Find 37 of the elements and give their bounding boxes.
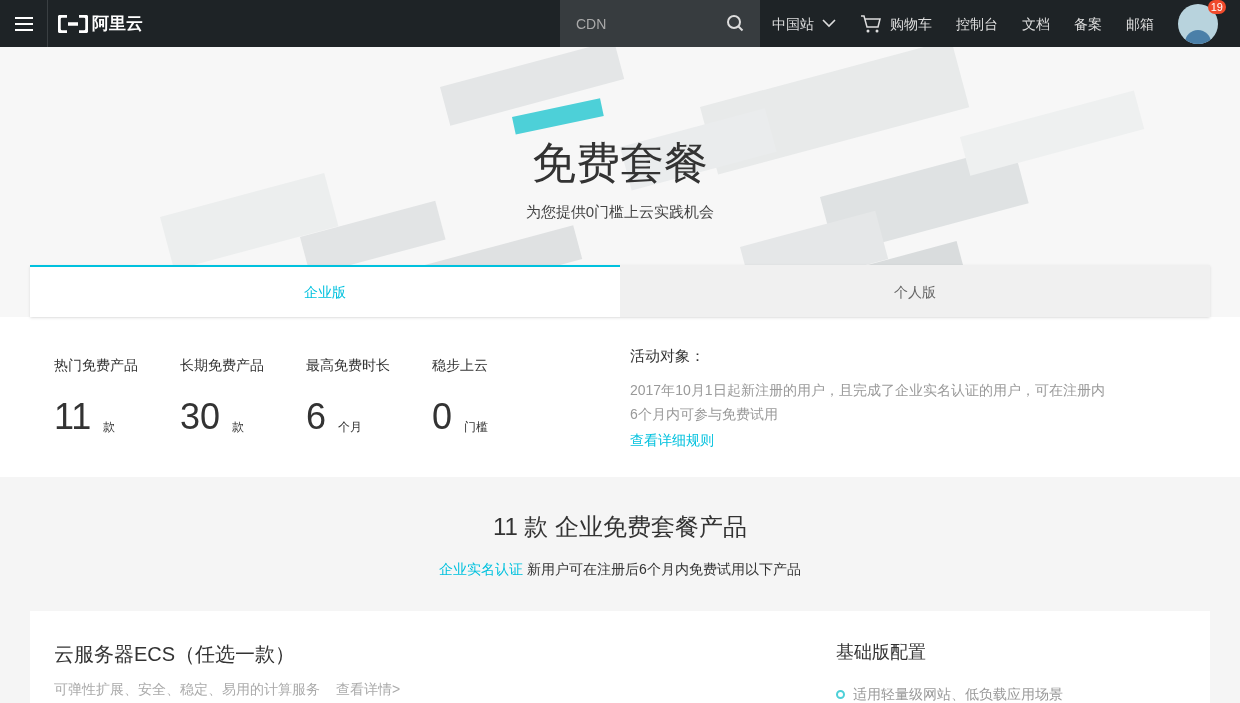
stat-value: 11	[54, 397, 92, 437]
stat-value: 6	[306, 397, 327, 437]
stat-unit: 门槛	[464, 419, 489, 435]
cart-icon	[860, 13, 882, 34]
stat-label: 热门免费产品	[54, 356, 139, 375]
product-description: 可弹性扩展、安全、稳定、易用的计算服务	[54, 680, 320, 699]
cart-link[interactable]: 购物车	[848, 13, 944, 34]
chevron-icon	[822, 19, 836, 28]
hero-subtitle: 为您提供0门槛上云实践机会	[525, 202, 715, 222]
search-field[interactable]: CDN	[560, 0, 760, 47]
bullet-icon	[836, 689, 845, 699]
audience-title: 活动对象：	[630, 346, 706, 366]
section-title: 11 款 企业免费套餐产品	[492, 512, 748, 542]
section-note: 新用户可在注册后6个月内免费试用以下产品	[527, 561, 801, 577]
stat-value: 30	[180, 397, 221, 437]
config-title: 基础版配置	[836, 641, 927, 664]
region-dropdown[interactable]: 中国站	[760, 13, 848, 34]
logo-icon	[58, 14, 88, 33]
hero-title: 免费套餐	[532, 137, 708, 189]
stat-unit: 款	[103, 419, 116, 435]
tab[interactable]: 个人版	[620, 265, 1210, 317]
nav-link[interactable]: 文档	[1010, 13, 1062, 34]
nav-link[interactable]: 控制台	[944, 13, 1010, 34]
nav-link[interactable]: 邮箱	[1114, 13, 1166, 34]
stat-unit: 个月	[338, 419, 363, 435]
stat-unit: 款	[232, 419, 245, 435]
stat-label: 最高免费时长	[306, 356, 391, 375]
stat-value: 0	[432, 397, 453, 437]
notification-badge: 19	[1207, 0, 1226, 14]
stat-label: 稳步上云	[432, 356, 489, 375]
product-title: 云服务器ECS（任选一款）	[54, 642, 297, 667]
search-icon[interactable]	[726, 14, 744, 32]
stat-label: 长期免费产品	[180, 356, 265, 375]
logo-text: 阿里云	[92, 12, 143, 35]
audience-text: 2017年10月1日起新注册的用户，且完成了企业实名认证的用户，可在注册内6个月内可参与免费试用	[630, 380, 1106, 424]
nav-link[interactable]: 备案	[1062, 13, 1114, 34]
feature-text: 适用轻量级网站、低负载应用场景	[853, 685, 1063, 703]
